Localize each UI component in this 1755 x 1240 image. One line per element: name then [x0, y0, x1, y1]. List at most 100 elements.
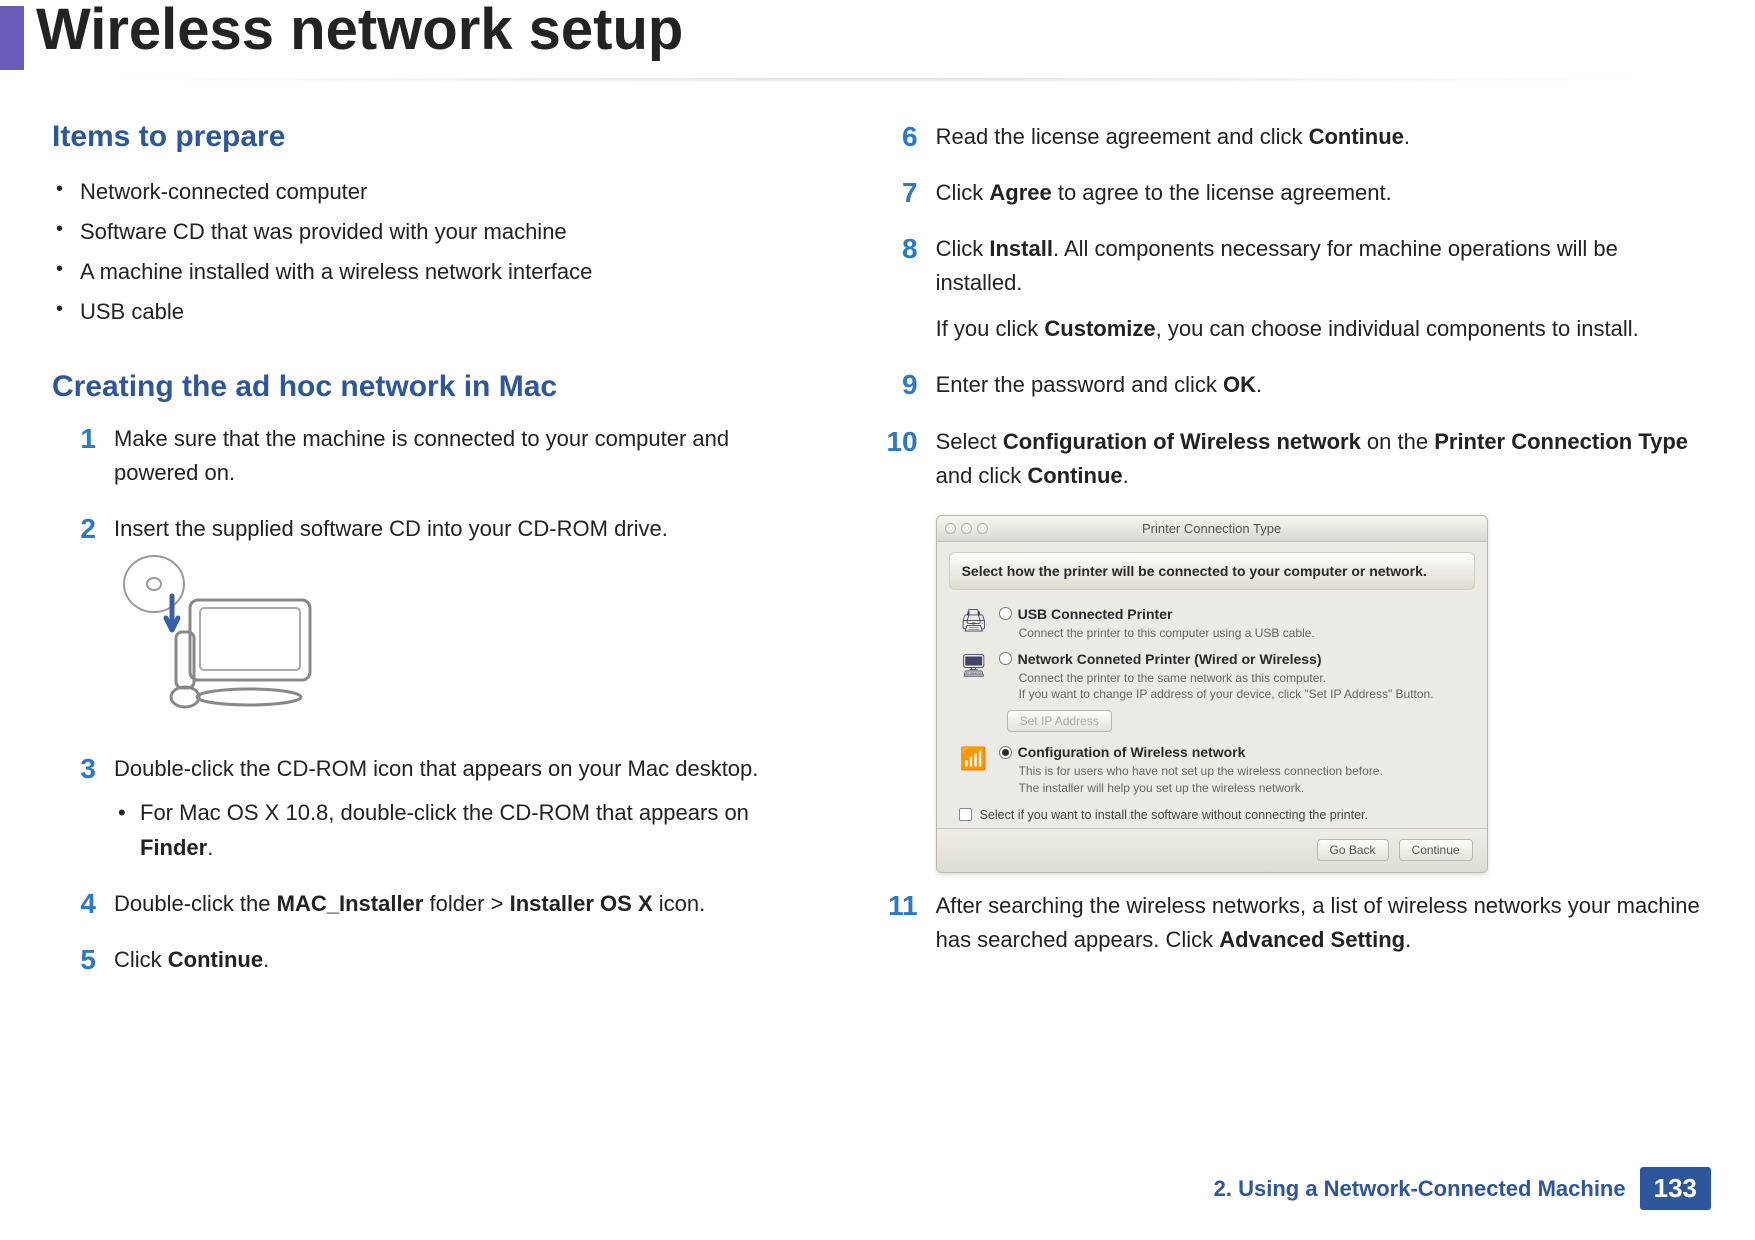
radio-wireless[interactable]: [999, 746, 1012, 759]
option-label: Network Conneted Printer (Wired or Wirel…: [1018, 651, 1322, 667]
go-back-button[interactable]: Go Back: [1317, 839, 1389, 861]
step-4: 4 Double-click the MAC_Installer folder …: [52, 887, 818, 921]
option-body: Network Conneted Printer (Wired or Wirel…: [999, 651, 1469, 702]
radio-network[interactable]: [999, 652, 1012, 665]
page-title: Wireless network setup: [36, 0, 683, 61]
step-text: Double-click the MAC_Installer folder > …: [114, 887, 818, 921]
option-desc: Connect the printer to the same network …: [1019, 670, 1469, 702]
left-column: Items to prepare Network-connected compu…: [52, 120, 818, 999]
text: .: [1404, 124, 1410, 149]
step-number: 3: [52, 752, 96, 783]
step-number: 11: [874, 889, 918, 920]
bold: Advanced Setting: [1219, 927, 1405, 952]
text: on the: [1361, 429, 1434, 454]
option-head: Network Conneted Printer (Wired or Wirel…: [999, 651, 1469, 667]
option-head: USB Connected Printer: [999, 606, 1469, 622]
option-wireless[interactable]: 📶 Configuration of Wireless network This…: [937, 738, 1487, 799]
option-desc: Connect the printer to this computer usi…: [1019, 625, 1469, 641]
text: Click: [936, 180, 990, 205]
step-number: 7: [874, 176, 918, 207]
radio-usb[interactable]: [999, 607, 1012, 620]
bold: OK: [1223, 372, 1256, 397]
bold: Installer OS X: [510, 891, 653, 916]
right-column: 6 Read the license agreement and click C…: [874, 120, 1703, 999]
sub-bullet: For Mac OS X 10.8, double-click the CD-R…: [114, 796, 818, 864]
bold: Printer Connection Type: [1434, 429, 1688, 454]
step-text: Select Configuration of Wireless network…: [936, 425, 1703, 493]
step-text: Read the license agreement and click Con…: [936, 120, 1703, 154]
network-icon: 🖥: [959, 651, 989, 679]
checkbox-label: Select if you want to install the softwa…: [980, 808, 1368, 822]
step-number: 10: [874, 425, 918, 456]
option-label: USB Connected Printer: [1018, 606, 1173, 622]
text: If you click: [936, 316, 1045, 341]
list-item: Network-connected computer: [52, 172, 818, 212]
option-head: Configuration of Wireless network: [999, 744, 1469, 760]
step-number: 2: [52, 512, 96, 543]
text: Enter the password and click: [936, 372, 1223, 397]
text: .: [1256, 372, 1262, 397]
option-body: Configuration of Wireless network This i…: [999, 744, 1469, 795]
text: to agree to the license agreement.: [1052, 180, 1392, 205]
text: folder >: [423, 891, 509, 916]
items-heading: Items to prepare: [52, 120, 818, 154]
text: Double-click the: [114, 891, 277, 916]
step-text-span: Insert the supplied software CD into you…: [114, 516, 668, 541]
list-item: Software CD that was provided with your …: [52, 212, 818, 252]
install-without-printer-checkbox-row: Select if you want to install the softwa…: [937, 800, 1487, 828]
step-number: 4: [52, 887, 96, 918]
step-9: 9 Enter the password and click OK.: [874, 368, 1703, 402]
step-number: 1: [52, 422, 96, 453]
text: Select: [936, 429, 1003, 454]
printer-icon: 🖨: [959, 606, 989, 634]
text: .: [1123, 463, 1129, 488]
step-5: 5 Click Continue.: [52, 943, 818, 977]
items-bullets: Network-connected computer Software CD t…: [52, 172, 818, 332]
step-1: 1 Make sure that the machine is connecte…: [52, 422, 818, 490]
bold: MAC_Installer: [277, 891, 424, 916]
step-para: If you click Customize, you can choose i…: [936, 312, 1703, 346]
ip-button-row: Set IP Address: [1007, 710, 1487, 732]
text: For Mac OS X 10.8, double-click the CD-R…: [140, 800, 749, 825]
dialog-title: Printer Connection Type: [937, 521, 1487, 536]
dialog-banner: Select how the printer will be connected…: [949, 552, 1475, 590]
step-text-span: Double-click the CD-ROM icon that appear…: [114, 756, 758, 781]
text: icon.: [653, 891, 706, 916]
adhoc-heading: Creating the ad hoc network in Mac: [52, 370, 818, 404]
step-text: Enter the password and click OK.: [936, 368, 1703, 402]
list-item: A machine installed with a wireless netw…: [52, 252, 818, 292]
step-3: 3 Double-click the CD-ROM icon that appe…: [52, 752, 818, 864]
step-text: After searching the wireless networks, a…: [936, 889, 1703, 957]
step-number: 6: [874, 120, 918, 151]
step-text: Click Continue.: [114, 943, 818, 977]
header: Wireless network setup: [0, 0, 1755, 70]
bold: Finder: [140, 835, 207, 860]
header-divider: [40, 78, 1715, 83]
bold: Install: [989, 236, 1053, 261]
bold: Customize: [1044, 316, 1155, 341]
text: and click: [936, 463, 1028, 488]
step-text: Click Agree to agree to the license agre…: [936, 176, 1703, 210]
list-item: USB cable: [52, 292, 818, 332]
step-number: 5: [52, 943, 96, 974]
continue-button[interactable]: Continue: [1399, 839, 1473, 861]
bold: Configuration of Wireless network: [1003, 429, 1361, 454]
page-number: 133: [1640, 1167, 1711, 1210]
bold: Continue: [1027, 463, 1122, 488]
set-ip-address-button[interactable]: Set IP Address: [1007, 710, 1112, 732]
checkbox[interactable]: [959, 808, 972, 821]
step-text: Make sure that the machine is connected …: [114, 422, 818, 490]
option-network[interactable]: 🖥 Network Conneted Printer (Wired or Wir…: [937, 645, 1487, 706]
text: Click: [114, 947, 168, 972]
bold: Continue: [1309, 124, 1404, 149]
option-desc: This is for users who have not set up th…: [1019, 763, 1469, 795]
dialog-titlebar: Printer Connection Type: [937, 516, 1487, 542]
step-7: 7 Click Agree to agree to the license ag…: [874, 176, 1703, 210]
text: .: [263, 947, 269, 972]
accent-block: [0, 6, 24, 70]
step-number: 9: [874, 368, 918, 399]
option-usb[interactable]: 🖨 USB Connected Printer Connect the prin…: [937, 600, 1487, 645]
text: Read the license agreement and click: [936, 124, 1309, 149]
option-label: Configuration of Wireless network: [1018, 744, 1246, 760]
option-body: USB Connected Printer Connect the printe…: [999, 606, 1469, 641]
